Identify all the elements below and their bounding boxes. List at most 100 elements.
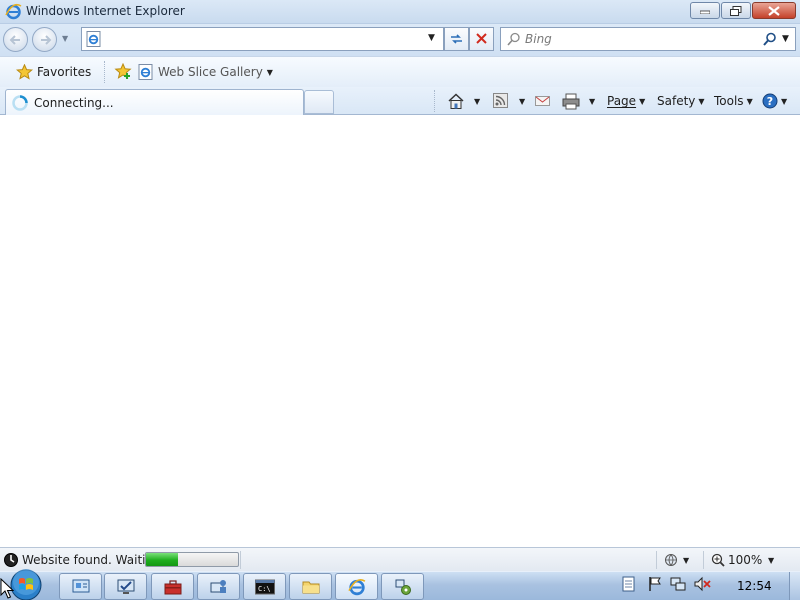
restore-icon	[730, 5, 742, 16]
mouse-pointer-icon	[0, 578, 14, 599]
tab-label: Connecting...	[34, 95, 114, 110]
refresh-button[interactable]	[444, 27, 469, 51]
status-separator	[656, 551, 657, 569]
document-icon[interactable]	[622, 576, 636, 592]
zoom-level: 100%	[728, 553, 763, 567]
favorites-bar: Favorites Web Slice Gallery ▼	[0, 56, 800, 87]
taskbar-network-settings-button[interactable]	[381, 573, 424, 600]
stop-icon	[476, 33, 487, 44]
chevron-down-icon: ▼	[266, 67, 273, 77]
taskbar-clock[interactable]: 12:54	[737, 579, 772, 593]
toolbox-icon	[164, 579, 181, 594]
taskbar: C:\ 12:54	[0, 569, 800, 600]
forward-button[interactable]	[32, 27, 57, 52]
zoom-icon	[711, 553, 725, 567]
network-icon[interactable]	[670, 576, 686, 592]
svg-text:?: ?	[767, 95, 773, 108]
home-dropdown-icon[interactable]: ▼	[474, 91, 480, 111]
page-menu[interactable]: Page ▼	[607, 91, 645, 111]
zoom-button[interactable]: 100%	[711, 552, 762, 568]
safety-menu-label: Safety	[657, 94, 696, 108]
tab-command-bar: Connecting... ▼ ▼ ▼ Page ▼ Safety ▼ Tool…	[0, 87, 800, 115]
web-slice-gallery-label: Web Slice Gallery	[158, 65, 263, 79]
network-settings-icon	[395, 579, 411, 595]
print-dropdown-icon[interactable]: ▼	[589, 91, 595, 111]
loading-status-icon	[4, 553, 18, 567]
taskbar-internet-explorer-button[interactable]	[335, 573, 378, 600]
home-icon	[448, 92, 464, 109]
close-icon	[768, 5, 780, 16]
taskbar-explorer-button[interactable]	[289, 573, 332, 600]
search-go-icon[interactable]	[763, 32, 777, 46]
favorites-button[interactable]: Favorites	[10, 61, 97, 83]
mail-icon	[535, 96, 550, 106]
page-load-progress-bar	[145, 552, 239, 567]
protected-mode-button[interactable]: ▼	[664, 552, 689, 568]
refresh-icon	[451, 34, 462, 44]
search-options-dropdown-icon[interactable]: ▼	[782, 34, 789, 44]
progress-fill	[146, 553, 179, 566]
feeds-dropdown-icon[interactable]: ▼	[519, 91, 525, 111]
minimize-button[interactable]	[690, 2, 720, 19]
back-button[interactable]	[3, 27, 28, 52]
forward-arrow-icon	[41, 35, 52, 45]
recent-pages-dropdown-icon[interactable]: ▼	[62, 34, 68, 43]
address-box: ▼	[81, 27, 444, 51]
chevron-down-icon: ▼	[683, 555, 690, 565]
command-separator	[434, 90, 435, 112]
taskbar-toolbox-button[interactable]	[151, 573, 194, 600]
chevron-down-icon: ▼	[639, 96, 646, 106]
web-slice-gallery-link[interactable]: Web Slice Gallery ▼	[138, 61, 273, 83]
search-icon	[507, 32, 520, 46]
read-mail-button[interactable]	[535, 91, 551, 111]
internet-explorer-icon	[5, 3, 22, 20]
back-arrow-icon	[9, 35, 20, 45]
taskbar-command-prompt-button[interactable]: C:\	[243, 573, 286, 600]
tools-menu[interactable]: Tools ▼	[714, 91, 753, 111]
print-button[interactable]	[562, 91, 580, 111]
tab-connecting[interactable]: Connecting...	[5, 89, 304, 115]
status-bar: Website found. Waitin ▼ 100% ▼	[0, 547, 800, 571]
close-button[interactable]	[752, 2, 796, 19]
address-input[interactable]	[104, 31, 414, 47]
taskbar-monitor-button[interactable]	[104, 573, 147, 600]
address-bar: ▼	[81, 27, 494, 51]
loading-spinner-icon	[12, 94, 28, 111]
folder-icon	[302, 581, 319, 593]
navigation-bar: ▼ ▼ ▼	[0, 24, 800, 56]
home-button[interactable]	[447, 91, 465, 111]
ie-page-icon	[86, 31, 101, 47]
chevron-down-icon: ▼	[746, 96, 753, 106]
feeds-button[interactable]	[493, 91, 509, 111]
volume-muted-icon[interactable]	[694, 576, 712, 592]
help-menu[interactable]: ? ▼	[762, 91, 787, 111]
status-separator	[240, 551, 241, 569]
window-title: Windows Internet Explorer	[26, 4, 185, 18]
network-window-icon	[72, 579, 89, 592]
add-to-favorites-bar-icon[interactable]	[114, 63, 132, 80]
tools-menu-label: Tools	[714, 94, 744, 108]
page-content-area[interactable]	[0, 115, 800, 547]
search-input[interactable]	[525, 31, 755, 47]
minimize-icon	[700, 10, 710, 14]
new-tab-button[interactable]	[304, 90, 334, 114]
title-bar: Windows Internet Explorer	[0, 0, 800, 24]
ie-page-icon	[138, 64, 153, 80]
globe-security-icon	[665, 554, 677, 566]
status-text: Website found. Waitin	[22, 553, 154, 567]
address-dropdown-icon[interactable]: ▼	[428, 33, 435, 43]
action-center-flag-icon[interactable]	[648, 576, 662, 592]
restore-button[interactable]	[721, 2, 751, 19]
stop-button[interactable]	[469, 27, 494, 51]
safety-menu[interactable]: Safety ▼	[657, 91, 705, 111]
taskbar-network-window-button[interactable]	[59, 573, 102, 600]
chevron-down-icon: ▼	[781, 96, 788, 106]
zoom-dropdown-icon[interactable]: ▼	[768, 552, 774, 568]
computer-user-icon	[210, 579, 226, 593]
show-desktop-button[interactable]	[789, 572, 800, 600]
page-menu-label: Page	[607, 94, 637, 108]
rss-feed-icon	[493, 93, 508, 108]
printer-icon	[562, 93, 580, 109]
taskbar-computer-user-button[interactable]	[197, 573, 240, 600]
status-separator	[703, 551, 704, 569]
